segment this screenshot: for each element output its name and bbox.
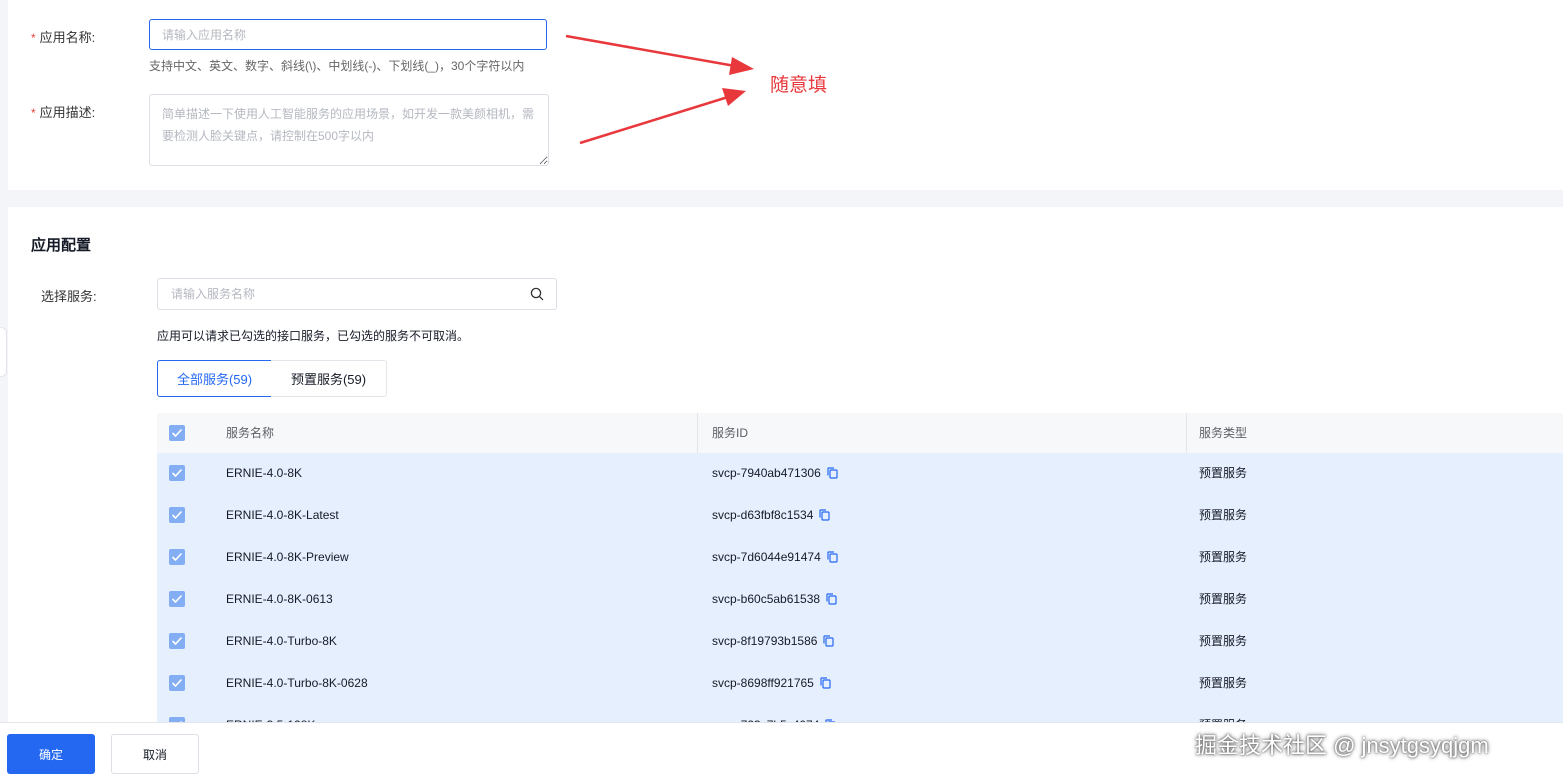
header-service-name: 服务名称	[226, 426, 275, 440]
service-name-cell: ERNIE-4.0-Turbo-8K	[226, 634, 337, 648]
service-type-cell: 预置服务	[1199, 592, 1248, 606]
watermark: 掘金技术社区 @ jnsytgsyqjgm	[1195, 733, 1489, 758]
service-type-cell: 预置服务	[1199, 550, 1248, 564]
row-checkbox[interactable]	[169, 465, 185, 481]
service-search-input[interactable]	[159, 280, 543, 308]
check-icon	[171, 678, 183, 688]
cancel-button[interactable]: 取消	[111, 734, 199, 774]
copy-icon[interactable]	[819, 509, 831, 521]
copy-icon[interactable]	[820, 677, 831, 689]
annotation-text: 随意填	[770, 75, 828, 96]
check-icon	[171, 636, 183, 646]
section-title: 应用配置	[31, 237, 92, 254]
column-divider	[1186, 413, 1187, 453]
tab-all-services[interactable]: 全部服务(59)	[157, 360, 272, 397]
service-select-label: 选择服务:	[41, 289, 97, 304]
search-icon[interactable]	[530, 287, 544, 301]
row-checkbox[interactable]	[169, 549, 185, 565]
confirm-button[interactable]: 确定	[7, 734, 95, 774]
service-id-cell: svcp-8698ff921765	[712, 663, 831, 705]
service-id-cell: svcp-b60c5ab61538	[712, 579, 837, 621]
service-id-text: svcp-b60c5ab61538	[712, 592, 821, 606]
service-name-cell: ERNIE-4.0-8K-0613	[226, 592, 333, 606]
service-name-cell: ERNIE-4.0-8K-Preview	[226, 550, 349, 564]
row-checkbox[interactable]	[169, 633, 185, 649]
service-id-cell: svcp-723c7b5c4074	[712, 705, 837, 723]
arrow-to-desc	[579, 88, 746, 145]
select-all-checkbox[interactable]	[169, 425, 185, 441]
service-id-text: svcp-8698ff921765	[712, 676, 814, 690]
row-checkbox[interactable]	[169, 507, 185, 523]
sidebar-collapse-handle[interactable]	[0, 327, 7, 377]
service-id-text: svcp-8f19793b1586	[712, 634, 818, 648]
check-icon	[171, 510, 183, 520]
column-divider	[697, 413, 698, 453]
copy-icon[interactable]	[827, 551, 838, 563]
check-icon	[171, 428, 183, 438]
header-service-id: 服务ID	[712, 426, 749, 440]
tab-preset-services[interactable]: 预置服务(59)	[271, 360, 387, 397]
table-row[interactable]: ERNIE-4.0-Turbo-8K svcp-8f19793b1586 预置服务	[157, 621, 1563, 663]
arrow-to-name	[565, 34, 754, 75]
table-row[interactable]: ERNIE-4.0-8K-Latest svcp-d63fbf8c1534 预置服务	[157, 495, 1563, 537]
service-name-cell: ERNIE-4.0-Turbo-8K-0628	[226, 676, 368, 690]
service-type-cell: 预置服务	[1199, 705, 1247, 723]
copy-icon[interactable]	[827, 467, 838, 479]
service-hint: 应用可以请求已勾选的接口服务，已勾选的服务不可取消。	[157, 329, 470, 343]
service-type-cell: 预置服务	[1199, 676, 1248, 690]
table-row[interactable]: ERNIE-4.0-8K-Preview svcp-7d6044e91474 预置服…	[157, 537, 1563, 579]
service-type-cell: 预置服务	[1199, 466, 1248, 480]
service-type-cell: 预置服务	[1199, 508, 1248, 522]
check-icon	[171, 468, 183, 478]
service-id-cell: svcp-7d6044e91474	[712, 537, 838, 579]
check-icon	[171, 594, 183, 604]
table-header: 服务名称 服务ID 服务类型	[157, 413, 1563, 454]
service-search-box	[157, 278, 557, 310]
service-name-cell: ERNIE-4.0-8K-Latest	[226, 508, 339, 522]
row-checkbox[interactable]	[169, 591, 185, 607]
service-name-cell: ERNIE-3.5-128K	[226, 705, 315, 723]
service-id-cell: svcp-7940ab471306	[712, 453, 838, 495]
service-id-cell: svcp-8f19793b1586	[712, 621, 835, 663]
annotation-arrows	[565, 34, 754, 145]
table-row[interactable]: ERNIE-4.0-8K svcp-7940ab471306 预置服务	[157, 453, 1563, 495]
table-row[interactable]: ERNIE-3.5-128K svcp-723c7b5c4074 预置服务	[157, 705, 1563, 723]
services-table: 服务名称 服务ID 服务类型 ERNIE-4.0-8K svcp-7940ab47…	[157, 413, 1563, 723]
header-service-type: 服务类型	[1199, 426, 1248, 440]
service-id-text: svcp-7d6044e91474	[712, 550, 821, 564]
copy-icon[interactable]	[823, 635, 835, 647]
check-icon	[171, 552, 183, 562]
service-name-cell: ERNIE-4.0-8K	[226, 466, 303, 480]
service-id-cell: svcp-d63fbf8c1534	[712, 495, 831, 537]
service-id-text: svcp-7940ab471306	[712, 466, 821, 480]
copy-icon[interactable]	[826, 593, 837, 605]
row-checkbox[interactable]	[169, 675, 185, 691]
table-row[interactable]: ERNIE-4.0-8K-0613 svcp-b60c5ab61538 预置服务	[157, 579, 1563, 621]
service-type-cell: 预置服务	[1199, 634, 1248, 648]
service-id-text: svcp-d63fbf8c1534	[712, 508, 814, 522]
table-row[interactable]: ERNIE-4.0-Turbo-8K-0628 svcp-8698ff921765…	[157, 663, 1563, 705]
